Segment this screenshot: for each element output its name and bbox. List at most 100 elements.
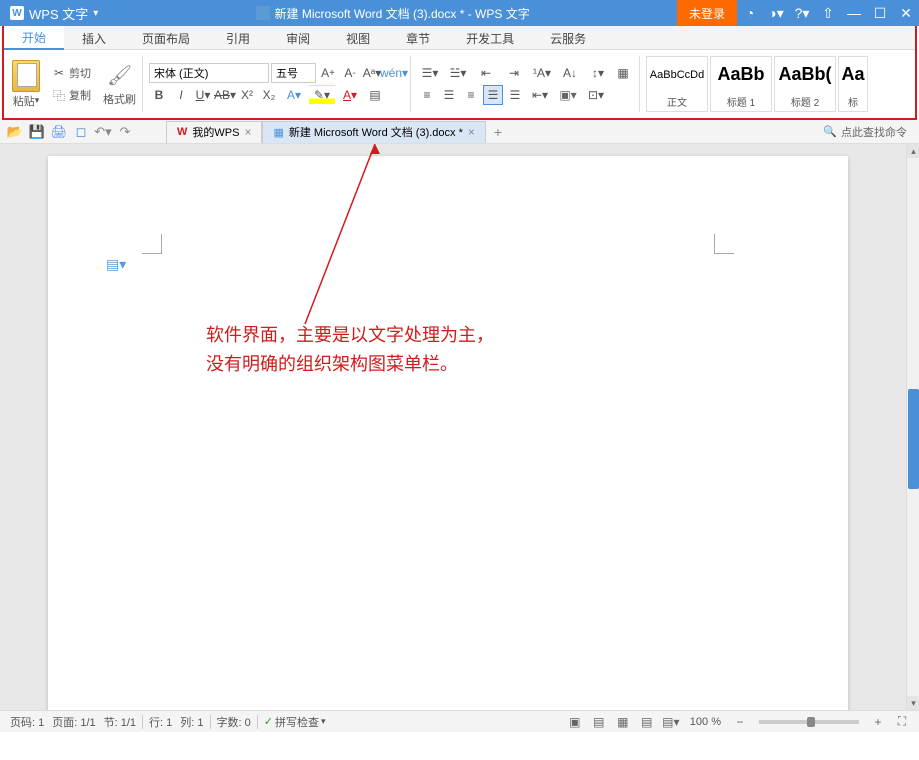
print-icon[interactable]: 🖨: [48, 122, 70, 142]
zoom-slider[interactable]: [759, 720, 859, 724]
separator: [639, 56, 640, 112]
highlight-button[interactable]: ✎▾: [309, 85, 335, 105]
font-name-select[interactable]: [149, 63, 269, 83]
style-partial[interactable]: Aa 标: [838, 56, 868, 112]
view-fullscreen-icon[interactable]: ▣: [564, 713, 586, 731]
status-section[interactable]: 节: 1/1: [100, 714, 140, 730]
close-icon[interactable]: ✕: [893, 0, 919, 26]
paste-icon[interactable]: [12, 60, 40, 92]
scroll-up-icon[interactable]: ▴: [907, 144, 919, 158]
style-heading2[interactable]: AaBb( 标题 2: [774, 56, 836, 112]
status-page-num[interactable]: 页码: 1: [6, 714, 48, 730]
style-heading1[interactable]: AaBb 标题 1: [710, 56, 772, 112]
tab-close-icon[interactable]: ×: [244, 125, 251, 139]
sync-icon[interactable]: ◔: [737, 0, 763, 26]
shading-button[interactable]: ▣▾: [555, 85, 581, 105]
search-command[interactable]: 🔍 点此查找命令: [815, 124, 915, 140]
bullets-button[interactable]: ☰▾: [417, 63, 443, 83]
paste-group: 粘贴▾: [8, 60, 44, 109]
menutab-dev[interactable]: 开发工具: [448, 26, 532, 50]
zoom-value[interactable]: 100 %: [684, 716, 727, 728]
superscript-button[interactable]: X²: [237, 85, 257, 105]
view-print-icon[interactable]: ▤: [588, 713, 610, 731]
indent-left-button[interactable]: ⇤▾: [527, 85, 553, 105]
font-size-select[interactable]: [271, 63, 316, 83]
zoom-in-icon[interactable]: +: [867, 713, 889, 731]
style-gallery: AaBbCcDd 正文 AaBb 标题 1 AaBb( 标题 2 Aa 标: [646, 56, 868, 112]
scissors-icon: ✂: [52, 66, 66, 80]
tab-close-icon[interactable]: ×: [468, 125, 475, 139]
cut-button[interactable]: ✂ 剪切: [48, 63, 95, 83]
open-folder-icon[interactable]: 📂: [4, 122, 26, 142]
skin-icon[interactable]: ◑▾: [763, 0, 789, 26]
header-hint-icon[interactable]: ▤▾: [106, 256, 126, 273]
maximize-icon[interactable]: ☐: [867, 0, 893, 26]
distribute-button[interactable]: ☰: [505, 85, 525, 105]
zoom-thumb[interactable]: [807, 717, 815, 727]
page[interactable]: ▤▾ 软件界面，主要是以文字处理为主， 没有明确的组织架构图菜单栏。: [48, 156, 848, 710]
text-effect-button[interactable]: A▾: [281, 85, 307, 105]
align-center-button[interactable]: ☰: [439, 85, 459, 105]
menutab-view[interactable]: 视图: [328, 26, 388, 50]
status-line[interactable]: 行: 1: [145, 714, 176, 730]
status-col[interactable]: 列: 1: [176, 714, 207, 730]
menutab-insert[interactable]: 插入: [64, 26, 124, 50]
print-preview-icon[interactable]: ◻: [70, 122, 92, 142]
menutab-layout[interactable]: 页面布局: [124, 26, 208, 50]
align-left-button[interactable]: ≡: [417, 85, 437, 105]
decrease-font-button[interactable]: A-: [340, 63, 360, 83]
menutab-section[interactable]: 章节: [388, 26, 448, 50]
status-chars[interactable]: 字数: 0: [213, 714, 255, 730]
italic-button[interactable]: I: [171, 85, 191, 105]
redo-icon[interactable]: ↷: [114, 122, 136, 142]
menutab-review[interactable]: 审阅: [268, 26, 328, 50]
borders-button[interactable]: ▦: [613, 63, 633, 83]
increase-font-button[interactable]: A+: [318, 63, 338, 83]
bold-button[interactable]: B: [149, 85, 169, 105]
justify-button[interactable]: ☰: [483, 85, 503, 105]
sort-button[interactable]: A↓: [557, 63, 583, 83]
underline-button[interactable]: U▾: [193, 85, 213, 105]
text-direction-button[interactable]: ¹A▾: [529, 63, 555, 83]
char-shading-button[interactable]: ▤: [365, 85, 385, 105]
font-color-button[interactable]: A▾: [337, 85, 363, 105]
phonetic-button[interactable]: wén▾: [384, 63, 404, 83]
tab-mywps[interactable]: W 我的WPS ×: [166, 121, 262, 143]
line-spacing-button[interactable]: ↕▾: [585, 63, 611, 83]
help-icon[interactable]: ?▾: [789, 0, 815, 26]
decrease-indent-button[interactable]: ⇤: [473, 63, 499, 83]
copy-button[interactable]: ⿻ 复制: [48, 85, 95, 105]
new-tab-button[interactable]: +: [486, 124, 510, 140]
vertical-scrollbar[interactable]: ▴ ▾: [906, 144, 919, 710]
view-outline-icon[interactable]: ▦: [612, 713, 634, 731]
status-spell[interactable]: ✓ 拼写检查▾: [260, 714, 330, 730]
save-icon[interactable]: 💾: [26, 122, 48, 142]
menutab-references[interactable]: 引用: [208, 26, 268, 50]
zoom-out-icon[interactable]: −: [729, 713, 751, 731]
subscript-button[interactable]: X₂: [259, 85, 279, 105]
numbering-button[interactable]: ☱▾: [445, 63, 471, 83]
status-page-of[interactable]: 页面: 1/1: [48, 714, 99, 730]
view-web-icon[interactable]: ▤: [636, 713, 658, 731]
strikethrough-button[interactable]: AB▾: [215, 85, 235, 105]
paste-label[interactable]: 粘贴▾: [13, 93, 40, 109]
view-reading-icon[interactable]: ▤▾: [660, 713, 682, 731]
border-dropdown-button[interactable]: ⊡▾: [583, 85, 609, 105]
scroll-down-icon[interactable]: ▾: [907, 696, 919, 710]
document-title: 新建 Microsoft Word 文档 (3).docx * - WPS 文字: [275, 5, 530, 22]
share-icon[interactable]: ⇧: [815, 0, 841, 26]
brush-icon[interactable]: 🖌: [109, 61, 131, 89]
login-button[interactable]: 未登录: [677, 0, 737, 26]
minimize-icon[interactable]: —: [841, 0, 867, 26]
tab-document[interactable]: ▦ 新建 Microsoft Word 文档 (3).docx * ×: [262, 121, 485, 143]
align-right-button[interactable]: ≡: [461, 85, 481, 105]
format-painter-label[interactable]: 格式刷: [103, 91, 136, 107]
undo-icon[interactable]: ↶▾: [92, 122, 114, 142]
app-dropdown-icon[interactable]: ▾: [93, 8, 98, 19]
scrollbar-thumb[interactable]: [908, 389, 919, 489]
menutab-start[interactable]: 开始: [4, 26, 64, 50]
menutab-cloud[interactable]: 云服务: [532, 26, 604, 50]
style-normal[interactable]: AaBbCcDd 正文: [646, 56, 708, 112]
fit-icon[interactable]: ⛶: [891, 713, 913, 731]
increase-indent-button[interactable]: ⇥: [501, 63, 527, 83]
